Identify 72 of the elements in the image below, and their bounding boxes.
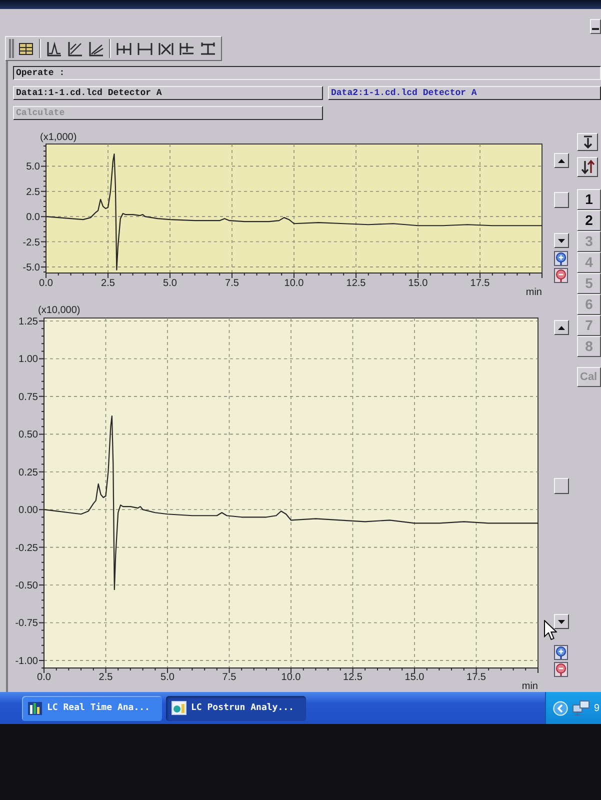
x-tick-label: 7.5 bbox=[222, 672, 236, 683]
y-tick-label: 5.0 bbox=[26, 162, 40, 173]
down-arrow-icon bbox=[558, 620, 564, 624]
row-header[interactable]: 2 bbox=[577, 210, 601, 231]
y-tick-label: -0.75 bbox=[15, 618, 38, 630]
up-arrow-icon bbox=[558, 158, 564, 162]
y-tick-label: -0.25 bbox=[15, 542, 38, 554]
x-tick-label: 0.0 bbox=[39, 278, 53, 289]
mouse-cursor-icon bbox=[544, 620, 557, 641]
y-tick-label: 0.00 bbox=[18, 505, 38, 516]
bar-chart-icon bbox=[27, 700, 43, 716]
network-icon[interactable] bbox=[572, 700, 590, 716]
y-tick-label: -0.50 bbox=[15, 580, 38, 592]
scroll-down-button[interactable] bbox=[554, 233, 568, 248]
scrollbar-thumb[interactable] bbox=[554, 192, 568, 208]
y-tick-label: -5.0 bbox=[22, 262, 40, 274]
x-tick-label: 17.5 bbox=[470, 278, 490, 289]
x-tick-label: 17.5 bbox=[466, 672, 486, 683]
x-axis-unit-label: min bbox=[526, 287, 542, 298]
arrow-down-button[interactable] bbox=[577, 133, 598, 151]
chevron-left-icon[interactable] bbox=[553, 700, 568, 716]
x-tick-label: 12.5 bbox=[346, 278, 366, 289]
y-tick-label: 0.75 bbox=[18, 392, 38, 403]
x-tick-label: 15.0 bbox=[404, 672, 424, 683]
y-tick-label: 1.00 bbox=[18, 354, 38, 366]
x-tick-label: 12.5 bbox=[343, 672, 362, 683]
x-tick-label: 5.0 bbox=[163, 278, 177, 289]
x-tick-label: 10.0 bbox=[281, 672, 301, 683]
up-arrow-icon bbox=[558, 326, 564, 330]
y-tick-label: 2.5 bbox=[26, 186, 40, 198]
x-tick-label: 15.0 bbox=[408, 278, 428, 289]
down-arrow-icon bbox=[558, 238, 564, 242]
row-header[interactable]: 1 bbox=[577, 189, 601, 210]
zoom-out-icon[interactable] bbox=[554, 662, 568, 677]
minimize-button[interactable] bbox=[590, 19, 601, 34]
i-beam-icon[interactable] bbox=[199, 40, 217, 58]
x-tick-label: 2.5 bbox=[101, 278, 115, 289]
swap-arrows-icon bbox=[580, 159, 596, 175]
zoom-in-icon[interactable] bbox=[554, 645, 568, 660]
data-view-tab[interactable]: Data1:1-1.cd.lcd Detector A bbox=[13, 86, 323, 100]
y-axis-unit-label: (x10,000) bbox=[38, 305, 80, 316]
data-view-tab[interactable]: Data2:1-1.cd.lcd Detector A bbox=[328, 86, 601, 100]
x-tick-label: 5.0 bbox=[160, 672, 174, 683]
scroll-up-button[interactable] bbox=[554, 320, 568, 335]
x-axis-unit-label: min bbox=[522, 681, 538, 692]
swap-button[interactable] bbox=[577, 157, 598, 177]
x-tick-label: 10.0 bbox=[284, 278, 304, 289]
zoom-out-icon[interactable] bbox=[554, 268, 568, 283]
y-tick-label: 0.25 bbox=[18, 467, 38, 478]
y-tick-label: -1.00 bbox=[15, 656, 38, 667]
x-tick-label: 0.0 bbox=[37, 672, 51, 683]
y-tick-label: -2.5 bbox=[22, 237, 40, 248]
grip-icon[interactable] bbox=[9, 39, 14, 58]
taskbar-button[interactable]: LC Real Time Ana... bbox=[22, 696, 162, 720]
scrollbar-thumb[interactable] bbox=[554, 478, 568, 494]
x-tick-label: 7.5 bbox=[225, 278, 239, 289]
y-axis-unit-label: (x1,000) bbox=[40, 132, 77, 143]
operate-label: Operate : bbox=[13, 66, 601, 80]
y-tick-label: 1.25 bbox=[18, 316, 38, 328]
chart-window-icon bbox=[171, 700, 187, 716]
minimize-icon bbox=[592, 28, 599, 30]
y-tick-label: 0.50 bbox=[18, 430, 38, 441]
double-line-chart-icon[interactable] bbox=[87, 40, 105, 58]
y-tick-label: 0.0 bbox=[26, 212, 40, 224]
scroll-up-button[interactable] bbox=[554, 153, 568, 168]
zoom-in-icon[interactable] bbox=[554, 251, 568, 266]
scroll-down-button[interactable] bbox=[554, 614, 568, 629]
peak-chart-icon[interactable] bbox=[45, 40, 63, 58]
taskbar-button[interactable]: LC Postrun Analy... bbox=[166, 696, 306, 720]
line-chart-icon[interactable] bbox=[66, 40, 84, 58]
x-tick-label: 2.5 bbox=[98, 672, 113, 683]
clock-text: 9 bbox=[594, 702, 601, 714]
